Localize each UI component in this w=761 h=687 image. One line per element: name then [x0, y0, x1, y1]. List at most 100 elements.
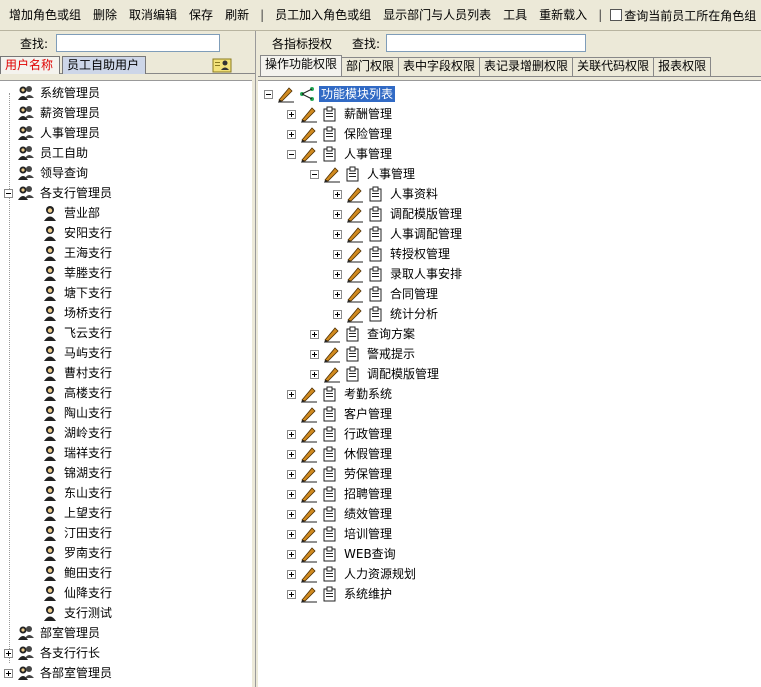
tab-department-permission[interactable]: 部门权限 — [341, 57, 400, 76]
tools-button[interactable]: 工具 — [500, 0, 530, 30]
function-tree-item[interactable]: 警戒提示 — [310, 344, 417, 364]
expand-icon[interactable] — [310, 349, 319, 359]
collapse-icon[interactable] — [4, 188, 13, 198]
user-tree-item[interactable]: 鲍田支行 — [28, 563, 114, 583]
user-tree-item[interactable]: 仙降支行 — [28, 583, 114, 603]
function-tree-item[interactable]: 客户管理 — [287, 404, 394, 424]
user-tree-item[interactable]: 场桥支行 — [28, 303, 114, 323]
user-tree-item[interactable]: 汀田支行 — [28, 523, 114, 543]
user-tree-item[interactable]: 部室管理员 — [4, 623, 102, 643]
function-tree-item[interactable]: 人事管理 — [287, 144, 394, 164]
user-tree-item[interactable]: 系统管理员 — [4, 83, 102, 103]
user-tree-item[interactable]: 王海支行 — [28, 243, 114, 263]
function-tree-item[interactable]: 调配模版管理 — [310, 364, 441, 384]
function-tree-item[interactable]: 人力资源规划 — [287, 564, 418, 584]
user-tree-item[interactable]: 塘下支行 — [28, 283, 114, 303]
function-tree-item[interactable]: 保险管理 — [287, 124, 394, 144]
function-tree-item[interactable]: 合同管理 — [333, 284, 440, 304]
user-card-icon[interactable] — [212, 57, 232, 73]
expand-icon[interactable] — [333, 269, 342, 279]
tab-operation-permission[interactable]: 操作功能权限 — [260, 55, 343, 76]
refresh-button[interactable]: 刷新 — [222, 0, 252, 30]
user-tree-item[interactable]: 莘塍支行 — [28, 263, 114, 283]
left-search-input[interactable] — [56, 34, 220, 52]
user-tree-item[interactable]: 罗南支行 — [28, 543, 114, 563]
expand-icon[interactable] — [333, 249, 342, 259]
user-tree-item[interactable]: 马屿支行 — [28, 343, 114, 363]
expand-icon[interactable] — [287, 129, 296, 139]
expand-icon[interactable] — [287, 549, 296, 559]
user-tree-item[interactable]: 东山支行 — [28, 483, 114, 503]
expand-icon[interactable] — [287, 469, 296, 479]
delete-button[interactable]: 删除 — [90, 0, 120, 30]
user-tree-item[interactable]: 飞云支行 — [28, 323, 114, 343]
expand-icon[interactable] — [333, 209, 342, 219]
function-tree-item[interactable]: 培训管理 — [287, 524, 394, 544]
user-tree-item[interactable]: 各部室管理员 — [4, 663, 114, 683]
function-tree-item[interactable]: WEB查询 — [287, 544, 398, 564]
tab-report-permission[interactable]: 报表权限 — [653, 57, 712, 76]
expand-icon[interactable] — [4, 648, 13, 658]
expand-icon[interactable] — [4, 668, 13, 678]
user-tree-item[interactable]: 员工自助 — [4, 143, 90, 163]
tab-code-permission[interactable]: 关联代码权限 — [572, 57, 655, 76]
join-role-group-button[interactable]: 员工加入角色或组 — [272, 0, 374, 30]
function-tree-item[interactable]: 人事调配管理 — [333, 224, 464, 244]
function-tree-item[interactable]: 查询方案 — [310, 324, 417, 344]
collapse-icon[interactable] — [264, 89, 273, 99]
user-tree-item[interactable]: 瑞祥支行 — [28, 443, 114, 463]
function-tree-item[interactable]: 薪酬管理 — [287, 104, 394, 124]
tab-record-permission[interactable]: 表记录增删权限 — [479, 57, 574, 76]
user-tree-item[interactable]: 各支行管理员 — [4, 183, 114, 203]
user-tree-item[interactable]: 锦湖支行 — [28, 463, 114, 483]
user-tree-item[interactable]: 各支行行长 — [4, 643, 102, 663]
expand-icon[interactable] — [333, 289, 342, 299]
user-tree-item[interactable]: 陶山支行 — [28, 403, 114, 423]
expand-icon[interactable] — [310, 369, 319, 379]
save-button[interactable]: 保存 — [186, 0, 216, 30]
cancel-edit-button[interactable]: 取消编辑 — [126, 0, 180, 30]
expand-icon[interactable] — [287, 529, 296, 539]
tab-self-service-users[interactable]: 员工自助用户 — [62, 56, 146, 74]
function-tree-item[interactable]: 转授权管理 — [333, 244, 452, 264]
function-tree-item[interactable]: 系统维护 — [287, 584, 394, 604]
expand-icon[interactable] — [287, 389, 296, 399]
indicator-auth-label[interactable]: 各指标授权 — [272, 35, 332, 52]
expand-icon[interactable] — [333, 229, 342, 239]
function-tree-item[interactable]: 休假管理 — [287, 444, 394, 464]
function-tree-item[interactable]: 行政管理 — [287, 424, 394, 444]
user-tree-item[interactable]: 支行测试 — [28, 603, 114, 623]
reload-button[interactable]: 重新载入 — [536, 0, 590, 30]
tab-user-names[interactable]: 用户名称 — [0, 56, 60, 74]
user-tree-item[interactable]: 曹村支行 — [28, 363, 114, 383]
function-tree-item[interactable]: 调配模版管理 — [333, 204, 464, 224]
expand-icon[interactable] — [287, 449, 296, 459]
user-tree-item[interactable]: 领导查询 — [4, 163, 90, 183]
function-tree-item[interactable]: 绩效管理 — [287, 504, 394, 524]
user-tree-item[interactable]: 人事管理员 — [4, 123, 102, 143]
function-tree-item[interactable]: 录取人事安排 — [333, 264, 464, 284]
function-tree-item[interactable]: 招聘管理 — [287, 484, 394, 504]
function-tree-item[interactable]: 统计分析 — [333, 304, 440, 324]
right-search-input[interactable] — [386, 34, 587, 52]
user-tree-item[interactable]: 安阳支行 — [28, 223, 114, 243]
function-tree-item[interactable]: 考勤系统 — [287, 384, 394, 404]
function-tree-item[interactable]: 人事资料 — [333, 184, 440, 204]
checkbox-box[interactable] — [610, 9, 623, 21]
query-role-checkbox[interactable]: 查询当前员工所在角色组 — [610, 7, 756, 24]
expand-icon[interactable] — [333, 189, 342, 199]
tab-field-permission[interactable]: 表中字段权限 — [398, 57, 481, 76]
expand-icon[interactable] — [310, 329, 319, 339]
expand-icon[interactable] — [287, 489, 296, 499]
expand-icon[interactable] — [287, 429, 296, 439]
expand-icon[interactable] — [333, 309, 342, 319]
expand-icon[interactable] — [287, 109, 296, 119]
user-tree-item[interactable]: 上望支行 — [28, 503, 114, 523]
expand-icon[interactable] — [287, 569, 296, 579]
user-tree-item[interactable]: 薪资管理员 — [4, 103, 102, 123]
collapse-icon[interactable] — [310, 169, 319, 179]
function-tree-item[interactable]: 功能模块列表 — [264, 84, 396, 104]
user-tree-item[interactable]: 营业部 — [28, 203, 102, 223]
collapse-icon[interactable] — [287, 149, 296, 159]
user-tree-item[interactable]: 高楼支行 — [28, 383, 114, 403]
